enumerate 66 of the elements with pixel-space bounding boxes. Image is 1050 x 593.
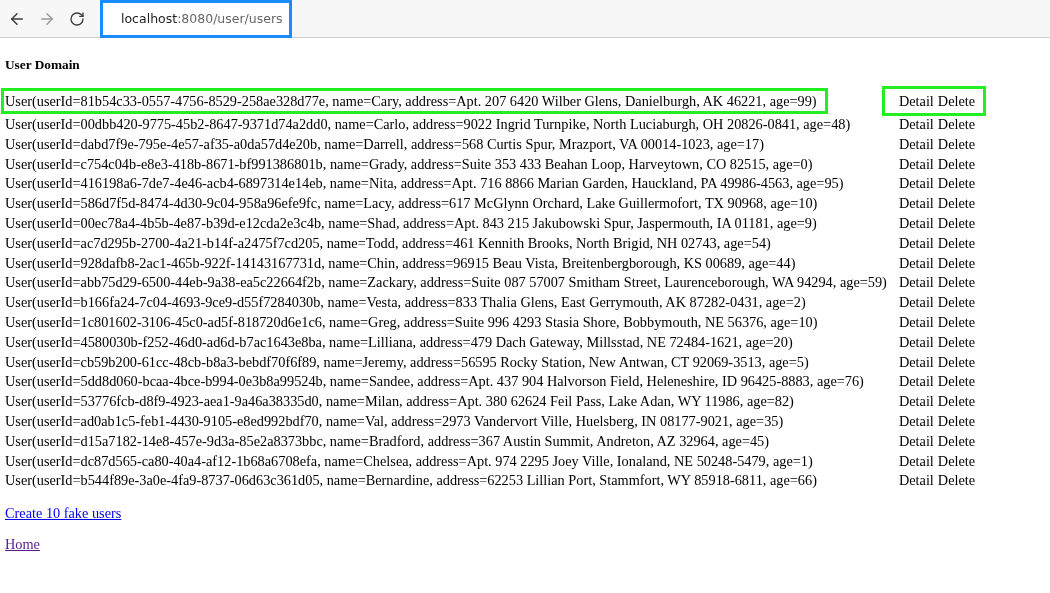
user-record-text: User(userId=b166fa24-7c04-4693-9ce9-d55f7284030b, name=Vesta, address=833 Thalia Glens, East Gerrymouth, AK 87282-0431, age=2) (5, 293, 806, 312)
detail-link[interactable]: Detail (898, 293, 934, 312)
detail-link[interactable]: Detail (898, 392, 934, 411)
address-bar[interactable]: localhost:8080/user/users (100, 0, 292, 38)
url-text: localhost:8080/user/users (121, 11, 283, 26)
user-record-text: User(userId=928dafb8-2ac1-465b-922f-14143167731d, name=Chin, address=96915 Beau Vista, Breitenbergborough, KS 00689, age=44) (5, 253, 796, 272)
user-record-text: User(userId=5dd8d060-bcaa-4bce-b994-0e3b8a99524b, name=Sandee, address=Apt. 437 904 Halvorson Field, Heleneshire, ID 96425-8883, age=76) (5, 372, 864, 391)
delete-link[interactable]: Delete (937, 312, 976, 331)
user-record-text: User(userId=00dbb420-9775-45b2-8647-9371d74a2dd0, name=Carlo, address=9022 Ingrid Turnpike, North Luciaburgh, OH 20826-0841, age=48) (5, 115, 851, 133)
delete-link[interactable]: Delete (937, 471, 976, 490)
detail-link[interactable]: Detail (898, 332, 934, 351)
delete-link[interactable]: Delete (937, 115, 976, 133)
user-record-text: User(userId=dc87d565-ca80-40a4-af12-1b68a6708efa, name=Chelsea, address=Apt. 974 2295 Joey Ville, Ionaland, NE 50248-5479, age=1) (5, 451, 813, 470)
text-link[interactable]: Create 10 fake users (5, 505, 122, 523)
delete-link[interactable]: Delete (937, 134, 976, 153)
user-record-text: User(userId=1c801602-3106-45c0-ad5f-818720d6e1c6, name=Greg, address=Suite 996 4293 Stasia Shore, Bobbymouth, NE 56376, age=10) (5, 312, 818, 331)
detail-link[interactable]: Detail (898, 253, 934, 272)
detail-link[interactable]: Detail (898, 431, 934, 450)
delete-link[interactable]: Delete (937, 372, 976, 391)
text-link[interactable]: Home (5, 536, 40, 554)
delete-link[interactable]: Delete (937, 273, 976, 292)
delete-link[interactable]: Delete (937, 352, 976, 371)
delete-link[interactable]: Delete (937, 392, 976, 411)
delete-link[interactable]: Delete (937, 154, 976, 173)
user-record-text: User(userId=00ec78a4-4b5b-4e87-b39d-e12cda2e3c4b, name=Shad, address=Apt. 843 215 Jakubowski Spur, Jaspermouth, IA 01181, age=9) (5, 214, 817, 232)
detail-link[interactable]: Detail (898, 451, 934, 470)
user-record-text: User(userId=dabd7f9e-795e-4e57-af35-a0da57d4e20b, name=Darrell, address=568 Curtis Spur, Mrazport, VA 00014-1023, age=17) (5, 134, 764, 153)
detail-link[interactable]: Detail (898, 352, 934, 371)
detail-link[interactable]: Detail (898, 411, 934, 430)
reload-icon (69, 10, 85, 27)
user-record-text: User(userId=53776fcb-d8f9-4923-aea1-9a46a38335d0, name=Milan, address=Apt. 380 62624 Feil Pass, Lake Adan, WY 11986, age=82) (5, 392, 794, 411)
detail-link[interactable]: Detail (898, 115, 934, 133)
detail-link[interactable]: Detail (898, 174, 934, 193)
delete-link[interactable]: Delete (937, 293, 976, 312)
delete-link[interactable]: Delete (937, 174, 976, 193)
detail-link[interactable]: Detail (898, 134, 934, 153)
detail-link[interactable]: Detail (898, 471, 934, 490)
user-record-text: User(userId=81b54c33-0557-4756-8529-258ae328d77e, name=Cary, address=Apt. 207 6420 Wilber Glens, Danielburgh, AK 46221, age=99) (1, 88, 828, 114)
detail-link[interactable]: Detail (898, 273, 934, 292)
delete-link[interactable]: Delete (937, 92, 976, 110)
delete-link[interactable]: Delete (937, 233, 976, 252)
delete-link[interactable]: Delete (937, 253, 976, 272)
user-record-text: User(userId=b544f89e-3a0e-4fa9-8737-06d63c361d05, name=Bernardine, address=62253 Lillian Port, Stammfort, WY 85918-6811, age=66) (5, 471, 817, 490)
detail-link[interactable]: Detail (898, 214, 934, 232)
user-record-text: User(userId=abb75d29-6500-44eb-9a38-ea5c22664f2b, name=Zackary, address=Suite 087 57007 Smitham Street, Laurenceborough, WA 94294, age=59) (5, 273, 887, 292)
detail-link[interactable]: Detail (898, 233, 934, 252)
user-record-text: User(userId=ad0ab1c5-feb1-4430-9105-e8ed992bdf70, name=Val, address=2973 Vandervort Ville, Huelsberg, IN 08177-9021, age=35) (5, 411, 784, 430)
detail-link[interactable]: Detail (898, 92, 934, 110)
delete-link[interactable]: Delete (937, 411, 976, 430)
user-record-text: User(userId=586d7f5d-8474-4d30-9c04-958a96efe9fc, name=Lacy, address=617 McGlynn Orchard, Lake Guillermofort, TX 90968, age=10) (5, 194, 818, 213)
delete-link[interactable]: Delete (937, 194, 976, 213)
user-record-text: User(userId=c754c04b-e8e3-418b-8671-bf991386801b, name=Grady, address=Suite 353 433 Beahan Loop, Harveytown, CO 82515, age=0) (5, 154, 813, 173)
detail-link[interactable]: Detail (898, 312, 934, 331)
detail-link[interactable]: Detail (898, 154, 934, 173)
user-record-text: User(userId=4580030b-f252-46d0-ad6d-b7ac1643e8ba, name=Lilliana, address=479 Dach Gateway, Millsstad, NE 72484-1621, age=20) (5, 332, 793, 351)
user-record-text: User(userId=416198a6-7de7-4e46-acb4-6897314e14eb, name=Nita, address=Apt. 716 8866 Marian Garden, Hauckland, PA 49986-4563, age=95) (5, 174, 844, 193)
user-record-text: User(userId=d15a7182-14e8-457e-9d3a-85e2a8373bbc, name=Bradford, address=367 Austin Summit, Andreton, AZ 32964, age=45) (5, 431, 769, 450)
page-heading: User Domain (5, 57, 81, 73)
user-record-text: User(userId=ac7d295b-2700-4a21-b14f-a2475f7cd205, name=Todd, address=461 Kennith Brooks, North Brigid, NH 02743, age=54) (5, 233, 771, 252)
delete-link[interactable]: Delete (937, 451, 976, 470)
detail-link[interactable]: Detail (898, 372, 934, 391)
user-record-text: User(userId=cb59b200-61cc-48cb-b8a3-bebdf70f6f89, name=Jeremy, address=56595 Rocky Station, New Antwan, CT 92069-3513, age=5) (5, 352, 809, 371)
detail-link[interactable]: Detail (898, 194, 934, 213)
delete-link[interactable]: Delete (937, 431, 976, 450)
delete-link[interactable]: Delete (937, 214, 976, 232)
delete-link[interactable]: Delete (937, 332, 976, 351)
